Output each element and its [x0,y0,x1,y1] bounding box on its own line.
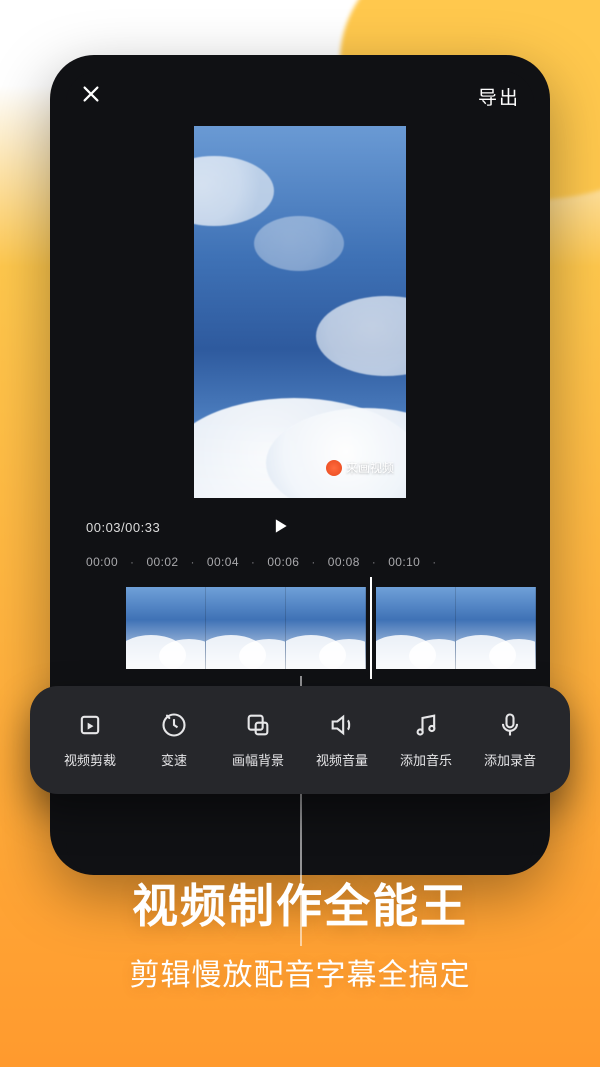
watermark-text: 来画视频 [346,459,394,476]
watermark: 来画视频 [326,459,394,476]
ruler-dot: · [130,555,134,569]
ruler-dot: · [251,555,255,569]
timeline-thumbnail[interactable] [206,587,286,669]
ruler-tick: 00:06 [267,555,299,569]
tool-label: 视频音量 [316,750,368,769]
top-bar: 导出 [66,71,534,120]
close-button[interactable] [80,83,102,110]
tool-canvas-bg[interactable]: 画幅背景 [222,711,294,769]
tool-label: 添加音乐 [400,750,452,769]
tool-add-voice[interactable]: 添加录音 [474,711,546,769]
export-button[interactable]: 导出 [478,83,520,110]
preview-content [194,156,274,226]
play-icon [270,516,290,536]
add-music-icon [412,711,440,742]
tool-label: 画幅背景 [232,750,284,769]
ruler-dot: · [311,555,315,569]
timeline-thumbnail[interactable] [456,587,536,669]
add-voice-icon [496,711,524,742]
ruler-tick: 00:08 [328,555,360,569]
ruler-tick: 00:04 [207,555,239,569]
timeline-thumbnail[interactable] [286,587,366,669]
preview-area: 来画视频 [66,120,534,498]
ruler-tick: 00:10 [388,555,420,569]
ruler-dot: · [432,555,436,569]
preview-content [254,216,344,271]
close-icon [80,83,102,105]
ruler-tick: 00:02 [146,555,178,569]
volume-icon [328,711,356,742]
timeline-ruler[interactable]: 00:00 · 00:02 · 00:04 · 00:06 · 00:08 · 00:10 · [66,549,534,573]
speed-icon [160,711,188,742]
time-indicator: 00:03/00:33 [86,520,160,535]
timeline-track[interactable] [66,587,534,669]
timeline-thumbnail[interactable] [376,587,456,669]
video-preview[interactable]: 来画视频 [194,126,406,498]
tool-crop[interactable]: 视频剪裁 [54,711,126,769]
timeline-playhead[interactable] [366,587,376,669]
ruler-tick: 00:00 [86,555,118,569]
ruler-dot: · [372,555,376,569]
ruler-dot: · [190,555,194,569]
canvas-bg-icon [244,711,272,742]
tool-label: 添加录音 [484,750,536,769]
tool-volume[interactable]: 视频音量 [306,711,378,769]
tool-speed[interactable]: 变速 [138,711,210,769]
tool-label: 视频剪裁 [64,750,116,769]
promo-subtitle: 剪辑慢放配音字幕全搞定 [0,950,600,994]
timeline-thumbnail[interactable] [126,587,206,669]
tool-add-music[interactable]: 添加音乐 [390,711,462,769]
editor-toolbar: 视频剪裁 变速 画幅背景 视频音量 添加音乐 添加录音 [30,686,570,794]
crop-icon [76,711,104,742]
playback-controls: 00:03/00:33 [66,498,534,549]
play-button[interactable] [270,516,290,539]
watermark-badge-icon [326,460,342,476]
preview-content [316,296,406,376]
tool-label: 变速 [161,750,187,769]
